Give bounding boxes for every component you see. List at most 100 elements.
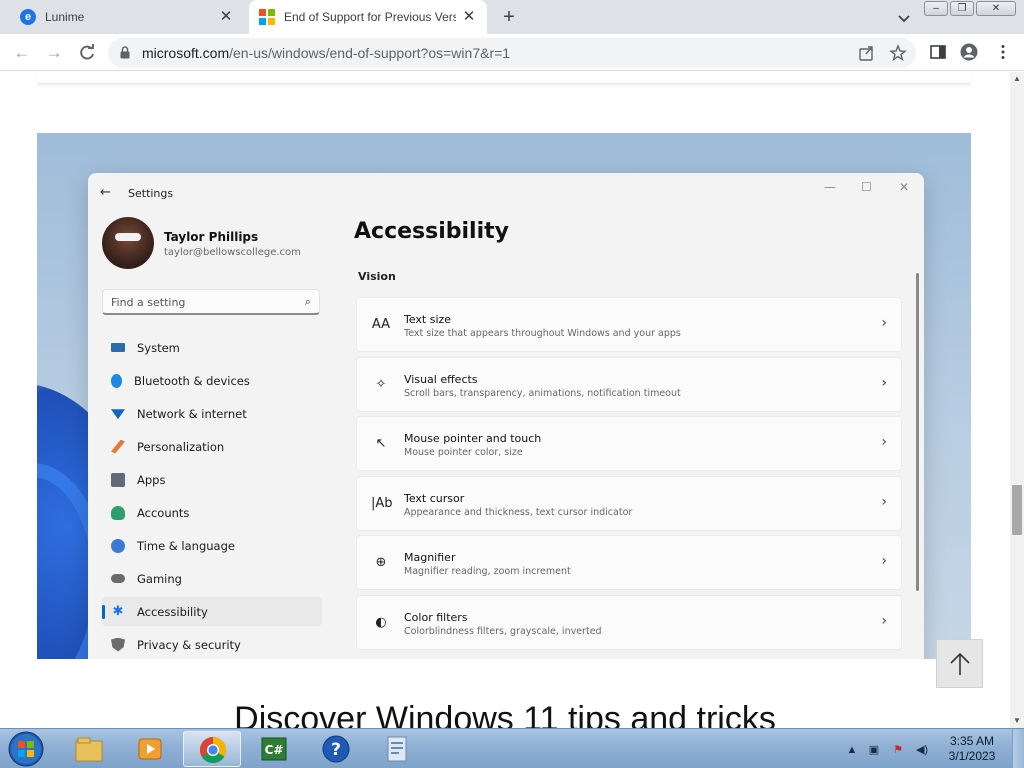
tab-lunime[interactable]: e Lunime ✕ bbox=[8, 0, 244, 34]
globe-clock-icon bbox=[111, 538, 125, 553]
gamepad-icon bbox=[111, 574, 125, 583]
nav-label: Personalization bbox=[137, 439, 225, 454]
settings-scrollbar bbox=[916, 273, 919, 591]
text-cursor-icon: |Ab bbox=[371, 495, 393, 511]
browser-tabstrip: e Lunime ✕ End of Support for Previous V… bbox=[0, 0, 1024, 34]
profile-name: Taylor Phillips bbox=[164, 230, 259, 244]
hero-image: ← Settings — ☐ ✕ Taylor Phillips taylor@… bbox=[37, 133, 971, 659]
show-hidden-icons-icon[interactable]: ▲ bbox=[844, 742, 860, 758]
tab-title: Lunime bbox=[45, 10, 85, 24]
close-icon: ✕ bbox=[899, 180, 910, 194]
card-title: Magnifier bbox=[404, 551, 456, 565]
card-color-filters: ◐ Color filters Colorblindness filters, … bbox=[356, 594, 902, 650]
sparkle-icon: ✧ bbox=[375, 376, 387, 392]
chevron-right-icon: › bbox=[881, 612, 887, 629]
scroll-down-arrow-icon[interactable]: ▼ bbox=[1010, 714, 1024, 728]
monitor-icon bbox=[111, 343, 125, 352]
nav-label: Network & internet bbox=[137, 406, 247, 421]
taskbar-help[interactable]: ? bbox=[307, 731, 365, 767]
nav-label: Accessibility bbox=[137, 604, 208, 619]
back-to-top-button[interactable] bbox=[936, 639, 983, 688]
lock-icon[interactable] bbox=[120, 46, 130, 59]
arrow-up-icon bbox=[950, 652, 970, 675]
url-host: microsoft.com bbox=[142, 45, 230, 61]
url-path: /en-us/windows/end-of-support?os=win7&r=… bbox=[229, 45, 511, 61]
palette-icon: ◐ bbox=[375, 614, 387, 630]
forward-arrow-icon[interactable]: → bbox=[43, 42, 65, 64]
close-tab-icon[interactable]: ✕ bbox=[461, 9, 477, 25]
action-center-icon[interactable]: ⚑ bbox=[890, 742, 906, 758]
taskbar-document[interactable] bbox=[368, 731, 426, 767]
nav-item-network: Network & internet bbox=[102, 399, 322, 428]
chevron-right-icon: › bbox=[881, 493, 887, 510]
taskbar-file-explorer[interactable] bbox=[60, 731, 118, 767]
card-subtitle: Appearance and thickness, text cursor in… bbox=[404, 506, 633, 518]
browser-toolbar: ← → microsoft.com/en-us/windows/end-of-s… bbox=[0, 34, 1024, 71]
close-tab-icon[interactable]: ✕ bbox=[218, 9, 234, 25]
show-desktop-button[interactable] bbox=[1012, 729, 1024, 768]
address-bar[interactable]: microsoft.com/en-us/windows/end-of-suppo… bbox=[108, 38, 916, 68]
volume-icon[interactable]: ◀) bbox=[914, 742, 930, 758]
tab-title: End of Support for Previous Versions of … bbox=[284, 10, 456, 24]
menu-kebab-icon[interactable] bbox=[994, 43, 1012, 61]
page-scrollbar[interactable]: ▲ ▼ bbox=[1010, 72, 1024, 728]
card-title: Visual effects bbox=[404, 372, 478, 386]
search-icon: ⌕ bbox=[304, 295, 311, 308]
card-subtitle: Magnifier reading, zoom increment bbox=[404, 566, 571, 578]
apps-icon bbox=[111, 472, 125, 487]
clock[interactable]: 3:35 AM 3/1/2023 bbox=[942, 734, 1002, 764]
nav-label: Privacy & security bbox=[137, 637, 241, 652]
tab-search-chevron-icon[interactable] bbox=[894, 8, 914, 28]
card-subtitle: Scroll bars, transparency, animations, n… bbox=[404, 387, 681, 399]
nav-label: Bluetooth & devices bbox=[134, 373, 250, 388]
nav-label: Time & language bbox=[137, 538, 235, 553]
taskbar-chrome[interactable] bbox=[183, 731, 241, 767]
minimize-button[interactable]: – bbox=[924, 1, 948, 16]
card-title: Text size bbox=[404, 313, 452, 326]
taskbar-media-player[interactable] bbox=[121, 731, 179, 767]
content-card-edge bbox=[37, 72, 971, 84]
network-icon[interactable]: ▣ bbox=[866, 742, 882, 758]
pointer-icon: ↖ bbox=[375, 436, 387, 452]
start-button[interactable] bbox=[5, 730, 47, 768]
close-window-button[interactable]: ✕ bbox=[976, 1, 1016, 16]
card-text-size: AA Text size Text size that appears thro… bbox=[356, 297, 902, 352]
brush-icon bbox=[111, 439, 125, 454]
profile-avatar-icon[interactable] bbox=[960, 43, 978, 61]
text-size-icon: AA bbox=[371, 317, 391, 332]
card-visual-effects: ✧ Visual effects Scroll bars, transparen… bbox=[356, 356, 902, 412]
nav-item-accounts: Accounts bbox=[102, 498, 322, 527]
nav-item-gaming: Gaming bbox=[102, 564, 322, 593]
scrollbar-thumb[interactable] bbox=[1012, 485, 1022, 535]
card-subtitle: Text size that appears throughout Window… bbox=[404, 328, 681, 339]
nav-item-personalization: Personalization bbox=[102, 432, 322, 461]
side-panel-icon[interactable] bbox=[929, 43, 947, 61]
back-arrow-icon: ← bbox=[100, 185, 111, 200]
taskbar-csharp[interactable]: C# bbox=[245, 731, 303, 767]
nav-item-time-language: Time & language bbox=[102, 531, 322, 560]
windows-taskbar: C# ? ▲ ▣ ⚑ ◀) 3:35 AM 3/1/2023 bbox=[0, 728, 1024, 768]
minimize-icon: — bbox=[824, 180, 836, 194]
card-mouse-pointer: ↖ Mouse pointer and touch Mouse pointer … bbox=[356, 416, 902, 472]
bookmark-star-icon[interactable] bbox=[889, 44, 907, 62]
csharp-icon: C# bbox=[261, 737, 287, 761]
lunime-e-icon: e bbox=[20, 9, 36, 25]
scroll-up-arrow-icon[interactable]: ▲ bbox=[1010, 72, 1024, 86]
profile-email: taylor@bellowscollege.com bbox=[164, 247, 301, 258]
magnifier-icon: ⊕ bbox=[375, 555, 387, 571]
search-placeholder: Find a setting bbox=[111, 296, 186, 309]
media-player-icon bbox=[138, 738, 162, 760]
avatar bbox=[102, 217, 154, 269]
restore-button[interactable]: ❐ bbox=[950, 1, 974, 16]
card-title: Mouse pointer and touch bbox=[404, 432, 542, 446]
new-tab-button[interactable]: + bbox=[498, 6, 520, 28]
document-icon bbox=[387, 736, 407, 762]
back-arrow-icon[interactable]: ← bbox=[11, 42, 33, 64]
share-icon[interactable] bbox=[858, 44, 876, 62]
card-title: Color filters bbox=[404, 610, 468, 624]
clock-time: 3:35 AM bbox=[949, 734, 995, 748]
tab-end-of-support[interactable]: End of Support for Previous Versions of … bbox=[249, 0, 487, 34]
page-title: Accessibility bbox=[354, 219, 509, 244]
reload-icon[interactable] bbox=[76, 42, 98, 64]
wifi-icon bbox=[111, 409, 125, 420]
